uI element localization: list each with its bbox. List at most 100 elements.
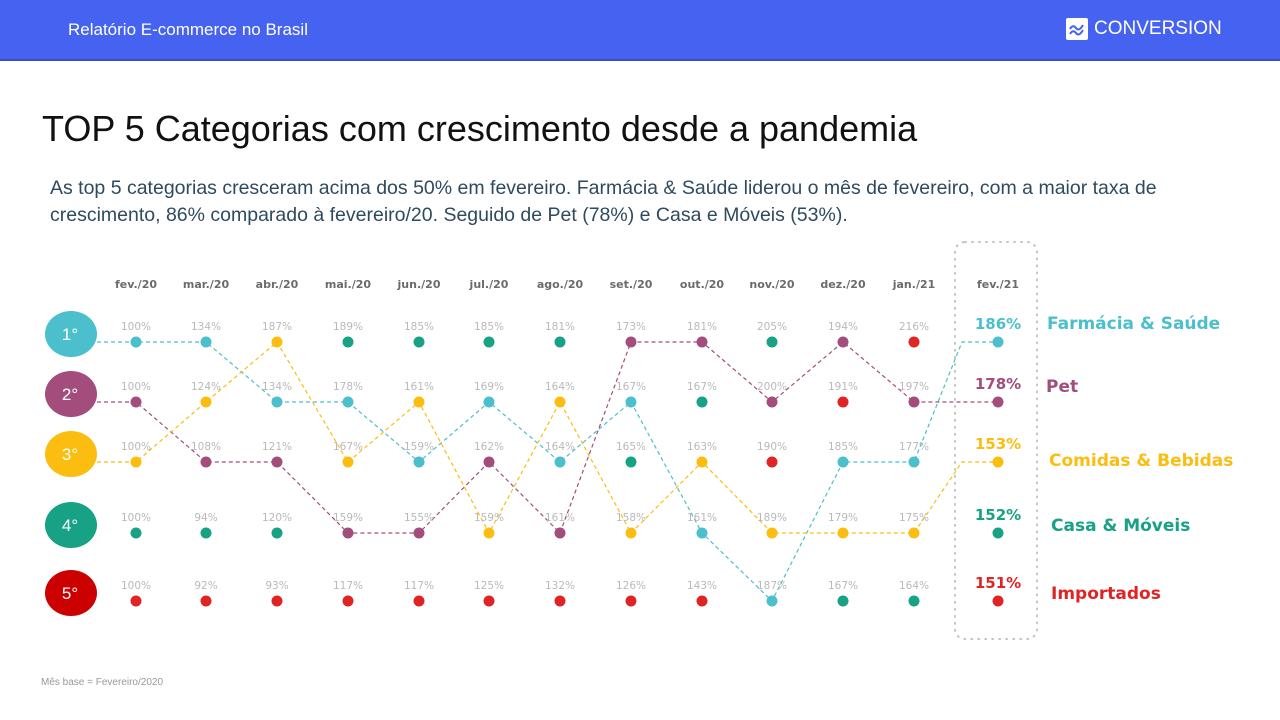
- month-label: mar./20: [183, 278, 230, 291]
- month-label: nov./20: [749, 278, 795, 291]
- value-label: 92%: [194, 580, 217, 592]
- data-point-importados: [200, 595, 212, 607]
- rank-badge: 4°: [45, 502, 97, 548]
- value-label: 187%: [262, 321, 292, 333]
- final-value-label: 186%: [975, 315, 1021, 333]
- data-point-casa: [625, 456, 637, 468]
- data-point-casa: [554, 336, 566, 348]
- value-label: 200%: [757, 381, 787, 393]
- value-label: 185%: [404, 321, 434, 333]
- value-label: 161%: [404, 381, 434, 393]
- data-point-pet: [992, 396, 1004, 408]
- final-value-label: 153%: [975, 435, 1021, 453]
- data-point-casa: [200, 527, 212, 539]
- value-label: 117%: [333, 580, 363, 592]
- month-label: dez./20: [820, 278, 866, 291]
- data-point-comidas: [200, 396, 212, 408]
- value-label: 134%: [191, 321, 221, 333]
- value-label: 117%: [404, 580, 434, 592]
- value-label: 164%: [545, 441, 575, 453]
- data-point-importados: [837, 396, 849, 408]
- value-label: 216%: [899, 321, 929, 333]
- data-point-farmacia: [554, 456, 566, 468]
- value-label: 163%: [687, 441, 717, 453]
- data-point-comidas: [554, 396, 566, 408]
- data-point-comidas: [908, 527, 920, 539]
- data-point-pet: [483, 456, 495, 468]
- month-label: fev./20: [115, 278, 157, 291]
- value-label: 185%: [828, 441, 858, 453]
- value-label: 191%: [828, 381, 858, 393]
- data-point-comidas: [483, 527, 495, 539]
- series-line-pet: [97, 341, 998, 535]
- value-label: 189%: [333, 321, 363, 333]
- data-point-farmacia: [200, 336, 212, 348]
- month-label: set./20: [610, 278, 653, 291]
- data-point-importados: [342, 595, 354, 607]
- final-value-label: 151%: [975, 574, 1021, 592]
- data-point-casa: [271, 527, 283, 539]
- data-point-pet: [271, 456, 283, 468]
- value-label: 181%: [545, 321, 575, 333]
- value-label: 197%: [899, 381, 929, 393]
- value-label: 194%: [828, 321, 858, 333]
- base-month-note: Mês base = Fevereiro/2020: [41, 677, 164, 688]
- month-label: fev./21: [977, 278, 1019, 291]
- data-point-pet: [130, 396, 142, 408]
- data-point-importados: [992, 595, 1004, 607]
- rank-badge-label: 3°: [62, 445, 78, 464]
- data-point-importados: [130, 595, 142, 607]
- month-label: out./20: [680, 278, 724, 291]
- data-point-casa: [992, 527, 1004, 539]
- value-label: 100%: [121, 441, 151, 453]
- month-label: jul./20: [469, 278, 509, 291]
- data-point-pet: [342, 527, 354, 539]
- value-label: 158%: [616, 512, 646, 524]
- value-label: 165%: [616, 441, 646, 453]
- rank-badge: 5°: [45, 570, 97, 616]
- data-point-importados: [413, 595, 425, 607]
- data-point-comidas: [342, 456, 354, 468]
- data-point-pet: [696, 336, 708, 348]
- rank-badge: 1°: [45, 311, 97, 357]
- data-point-farmacia: [696, 527, 708, 539]
- value-label: 120%: [262, 512, 292, 524]
- value-label: 179%: [828, 512, 858, 524]
- data-point-comidas: [766, 527, 778, 539]
- rank-badge: 3°: [45, 431, 97, 477]
- value-label: 134%: [262, 381, 292, 393]
- data-point-comidas: [413, 396, 425, 408]
- value-label: 162%: [474, 441, 504, 453]
- month-label: ago./20: [537, 278, 584, 291]
- value-label: 205%: [757, 321, 787, 333]
- series-line-comidas: [97, 341, 998, 535]
- data-point-casa: [837, 595, 849, 607]
- value-label: 187%: [757, 580, 787, 592]
- month-label: abr./20: [256, 278, 299, 291]
- data-point-pet: [625, 336, 637, 348]
- value-label: 185%: [474, 321, 504, 333]
- final-value-label: 152%: [975, 506, 1021, 524]
- value-label: 175%: [899, 512, 929, 524]
- value-label: 108%: [191, 441, 221, 453]
- category-label-pet: Pet: [1046, 377, 1078, 397]
- data-point-pet: [837, 336, 849, 348]
- data-point-pet: [413, 527, 425, 539]
- data-point-pet: [908, 396, 920, 408]
- data-point-casa: [766, 336, 778, 348]
- data-point-pet: [554, 527, 566, 539]
- data-point-comidas: [837, 527, 849, 539]
- data-point-importados: [696, 595, 708, 607]
- data-point-importados: [766, 456, 778, 468]
- value-label: 124%: [191, 381, 221, 393]
- final-value-label: 178%: [975, 375, 1021, 393]
- category-label-comidas: Comidas & Bebidas: [1049, 451, 1233, 471]
- data-point-importados: [625, 595, 637, 607]
- value-label: 126%: [616, 580, 646, 592]
- value-label: 93%: [265, 580, 288, 592]
- value-label: 173%: [616, 321, 646, 333]
- value-label: 159%: [474, 512, 504, 524]
- value-label: 155%: [404, 512, 434, 524]
- data-point-casa: [342, 336, 354, 348]
- value-label: 132%: [545, 580, 575, 592]
